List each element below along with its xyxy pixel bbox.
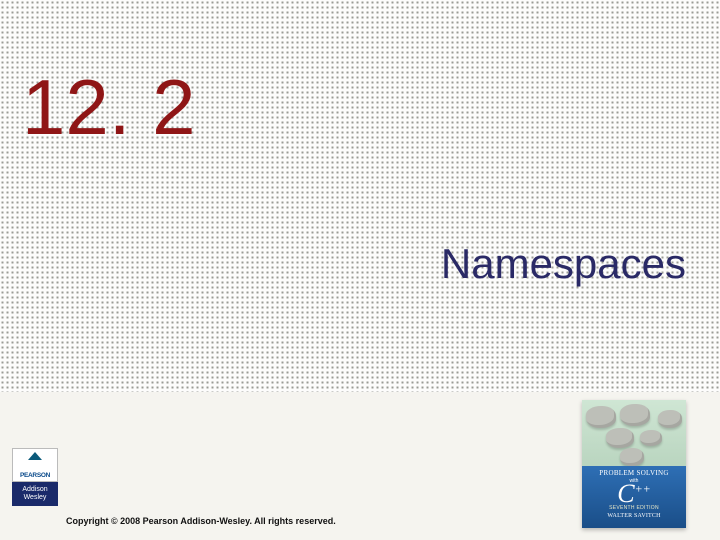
pearson-logo: PEARSON Addison Wesley [12, 448, 58, 506]
book-cover: PROBLEM SOLVING with C++ SEVENTH EDITION… [582, 400, 686, 528]
pearson-logo-top: PEARSON [12, 448, 58, 482]
title-area: 12. 2 Namespaces [0, 0, 720, 392]
pearson-brand-text: PEARSON [20, 472, 50, 479]
stone-icon [658, 410, 682, 428]
stone-icon [640, 430, 662, 446]
copyright-text: Copyright © 2008 Pearson Addison-Wesley.… [66, 516, 336, 526]
book-edition: SEVENTH EDITION [586, 505, 682, 511]
book-title-band: PROBLEM SOLVING with C++ SEVENTH EDITION… [582, 466, 686, 528]
stone-icon [620, 404, 650, 426]
book-lang-sup: ++ [635, 481, 651, 495]
stone-icon [620, 448, 644, 466]
slide: 12. 2 Namespaces PEARSON Addison Wesley … [0, 0, 720, 540]
pearson-imprint-line2: Wesley [24, 494, 47, 502]
stone-icon [586, 406, 616, 428]
book-language: C++ [586, 482, 682, 505]
book-lang-main: C [617, 479, 634, 508]
stone-icon [606, 428, 634, 448]
section-number: 12. 2 [22, 62, 195, 153]
book-author: WALTER SAVITCH [586, 513, 682, 519]
pearson-logo-bottom: Addison Wesley [12, 482, 58, 506]
pearson-imprint-line1: Addison [22, 486, 47, 494]
book-title: PROBLEM SOLVING [586, 469, 682, 477]
section-title: Namespaces [441, 240, 686, 288]
